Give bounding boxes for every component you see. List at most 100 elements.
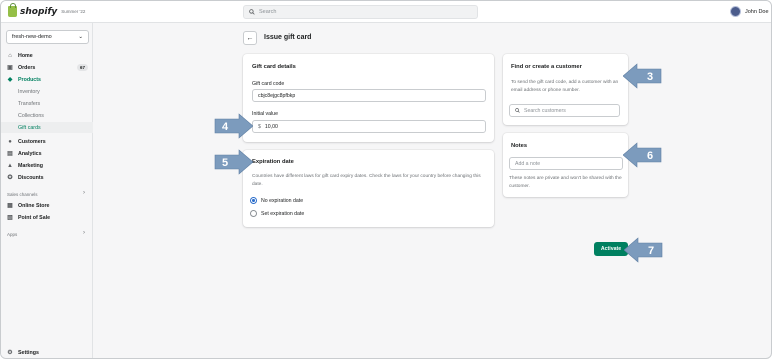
card-title: Expiration date	[252, 159, 294, 165]
sidebar-item-customers[interactable]: ● Customers	[1, 136, 93, 147]
gift-card-details-card: Gift card details Gift card code cbjc8ej…	[243, 54, 494, 142]
sidebar-item-label: Marketing	[18, 162, 44, 169]
sidebar-item-label: Inventory	[18, 88, 40, 95]
card-title: Gift card details	[252, 64, 296, 70]
currency-symbol: $	[258, 123, 261, 130]
orders-count-badge: 67	[76, 64, 88, 71]
shopify-logo[interactable]: shopify Summer '22	[8, 3, 86, 17]
global-search-input[interactable]: Search	[243, 5, 478, 19]
callout-arrow-5: 5	[214, 149, 253, 175]
chevron-right-icon[interactable]: ›	[83, 190, 85, 196]
sidebar-item-label: Transfers	[18, 100, 41, 107]
gift-card-code-value: cbjc8ejgc8pfbkp	[258, 92, 296, 99]
callout-number: 7	[648, 245, 654, 257]
no-expiration-radio[interactable]: No expiration date	[250, 197, 303, 204]
sidebar-item-online-store[interactable]: ▦ Online Store	[1, 200, 93, 211]
sidebar-item-label: Analytics	[18, 150, 42, 157]
sidebar-item-inventory[interactable]: Inventory	[1, 86, 93, 97]
pos-icon: ▧	[7, 215, 13, 221]
notes-card: Notes Add a note These notes are private…	[503, 133, 628, 197]
radio-label: No expiration date	[261, 197, 304, 204]
sidebar-item-transfers[interactable]: Transfers	[1, 98, 93, 109]
search-icon	[249, 9, 255, 15]
sidebar-item-discounts[interactable]: ✪ Discounts	[1, 172, 93, 183]
initial-value-field[interactable]: $ 10,00	[252, 120, 486, 133]
initial-value: 10,00	[264, 123, 278, 130]
callout-arrow-7: 7	[624, 237, 663, 263]
sidebar-item-analytics[interactable]: ▤ Analytics	[1, 148, 93, 159]
sidebar-item-gift-cards[interactable]: Gift cards	[1, 122, 93, 133]
gift-card-code-field[interactable]: cbjc8ejgc8pfbkp	[252, 89, 486, 102]
back-button[interactable]: ←	[243, 31, 257, 45]
sidebar-item-marketing[interactable]: ▲ Marketing	[1, 160, 93, 171]
sidebar-item-point-of-sale[interactable]: ▧ Point of Sale	[1, 212, 93, 223]
callout-number: 3	[647, 71, 653, 83]
sidebar-item-label: Orders	[18, 64, 36, 71]
sidebar-item-label: Online Store	[18, 202, 50, 209]
expiration-help-text: Countries have different laws for gift c…	[252, 174, 481, 187]
arrow-left-icon: ←	[246, 34, 254, 42]
sidebar-item-label: Customers	[18, 138, 46, 145]
sidebar-item-label: Discounts	[18, 174, 44, 181]
sidebar-item-label: Home	[18, 52, 33, 59]
discount-icon: ✪	[7, 175, 13, 181]
callout-number: 4	[222, 121, 229, 133]
chevron-down-icon: ⌄	[78, 34, 83, 40]
notes-help-text: These notes are private and won't be sha…	[509, 176, 622, 189]
tag-icon: ◆	[7, 77, 13, 83]
avatar	[730, 6, 741, 17]
notes-placeholder: Add a note	[515, 160, 541, 167]
notes-input[interactable]: Add a note	[509, 157, 623, 170]
callout-number: 6	[647, 150, 653, 162]
sidebar-item-label: Point of Sale	[18, 214, 51, 221]
person-icon: ●	[8, 138, 12, 145]
expiration-date-card: Expiration date Countries have different…	[243, 150, 494, 227]
customer-search-input[interactable]: Search customers	[509, 104, 620, 117]
callout-number: 5	[222, 157, 228, 169]
store-icon: ▦	[7, 203, 13, 209]
radio-selected	[250, 197, 257, 204]
sidebar: fresh-new-demo ⌄ ⌂ Home ▣ Orders 67 ◆ Pr…	[1, 23, 93, 358]
sidebar-item-orders[interactable]: ▣ Orders 67	[1, 62, 93, 73]
sidebar-item-collections[interactable]: Collections	[1, 110, 93, 121]
activate-button[interactable]: Activate	[594, 242, 628, 256]
marketing-icon: ▲	[7, 162, 13, 169]
sidebar-item-products[interactable]: ◆ Products	[1, 74, 93, 85]
set-expiration-radio[interactable]: Set expiration date	[250, 210, 304, 217]
chevron-right-icon[interactable]: ›	[83, 230, 85, 236]
search-placeholder: Search	[259, 9, 277, 15]
sidebar-item-settings[interactable]: ⚙ Settings	[1, 347, 93, 358]
radio-unselected	[250, 210, 257, 217]
top-bar: shopify Summer '22 Search John Doe	[1, 1, 771, 23]
user-name: John Doe	[745, 8, 769, 15]
sidebar-item-label: Gift cards	[18, 124, 41, 131]
initial-value-label: Initial value	[252, 111, 278, 117]
home-icon: ⌂	[8, 52, 12, 59]
apps-label: Apps	[7, 232, 18, 237]
app-window: shopify Summer '22 Search John Doe fresh…	[0, 0, 772, 359]
store-name: fresh-new-demo	[12, 34, 52, 40]
callout-arrow-4: 4	[214, 113, 253, 139]
customer-help-text: To send the gift card code, add a custom…	[511, 80, 619, 93]
callout-arrow-3: 3	[623, 63, 662, 89]
gift-card-code-label: Gift card code	[252, 81, 285, 87]
gear-icon: ⚙	[7, 350, 13, 356]
sidebar-item-label: Products	[18, 76, 41, 83]
shopify-bag-icon	[8, 3, 17, 17]
page-title: Issue gift card	[264, 34, 312, 41]
customer-search-placeholder: Search customers	[524, 107, 566, 114]
sidebar-item-home[interactable]: ⌂ Home	[1, 50, 93, 61]
callout-arrow-6: 6	[623, 142, 662, 168]
edition-label: Summer '22	[61, 9, 86, 14]
card-title: Find or create a customer	[511, 64, 582, 70]
customer-card: Find or create a customer To send the gi…	[503, 54, 628, 125]
analytics-icon: ▤	[7, 151, 13, 157]
sales-channels-label: Sales channels	[7, 192, 38, 197]
sidebar-item-label: Settings	[18, 349, 39, 356]
radio-label: Set expiration date	[261, 210, 305, 217]
brand-name: shopify	[20, 6, 58, 17]
card-title: Notes	[511, 143, 528, 149]
store-selector[interactable]: fresh-new-demo ⌄	[6, 30, 89, 44]
user-menu[interactable]: John Doe	[730, 6, 769, 17]
search-icon	[515, 108, 520, 113]
